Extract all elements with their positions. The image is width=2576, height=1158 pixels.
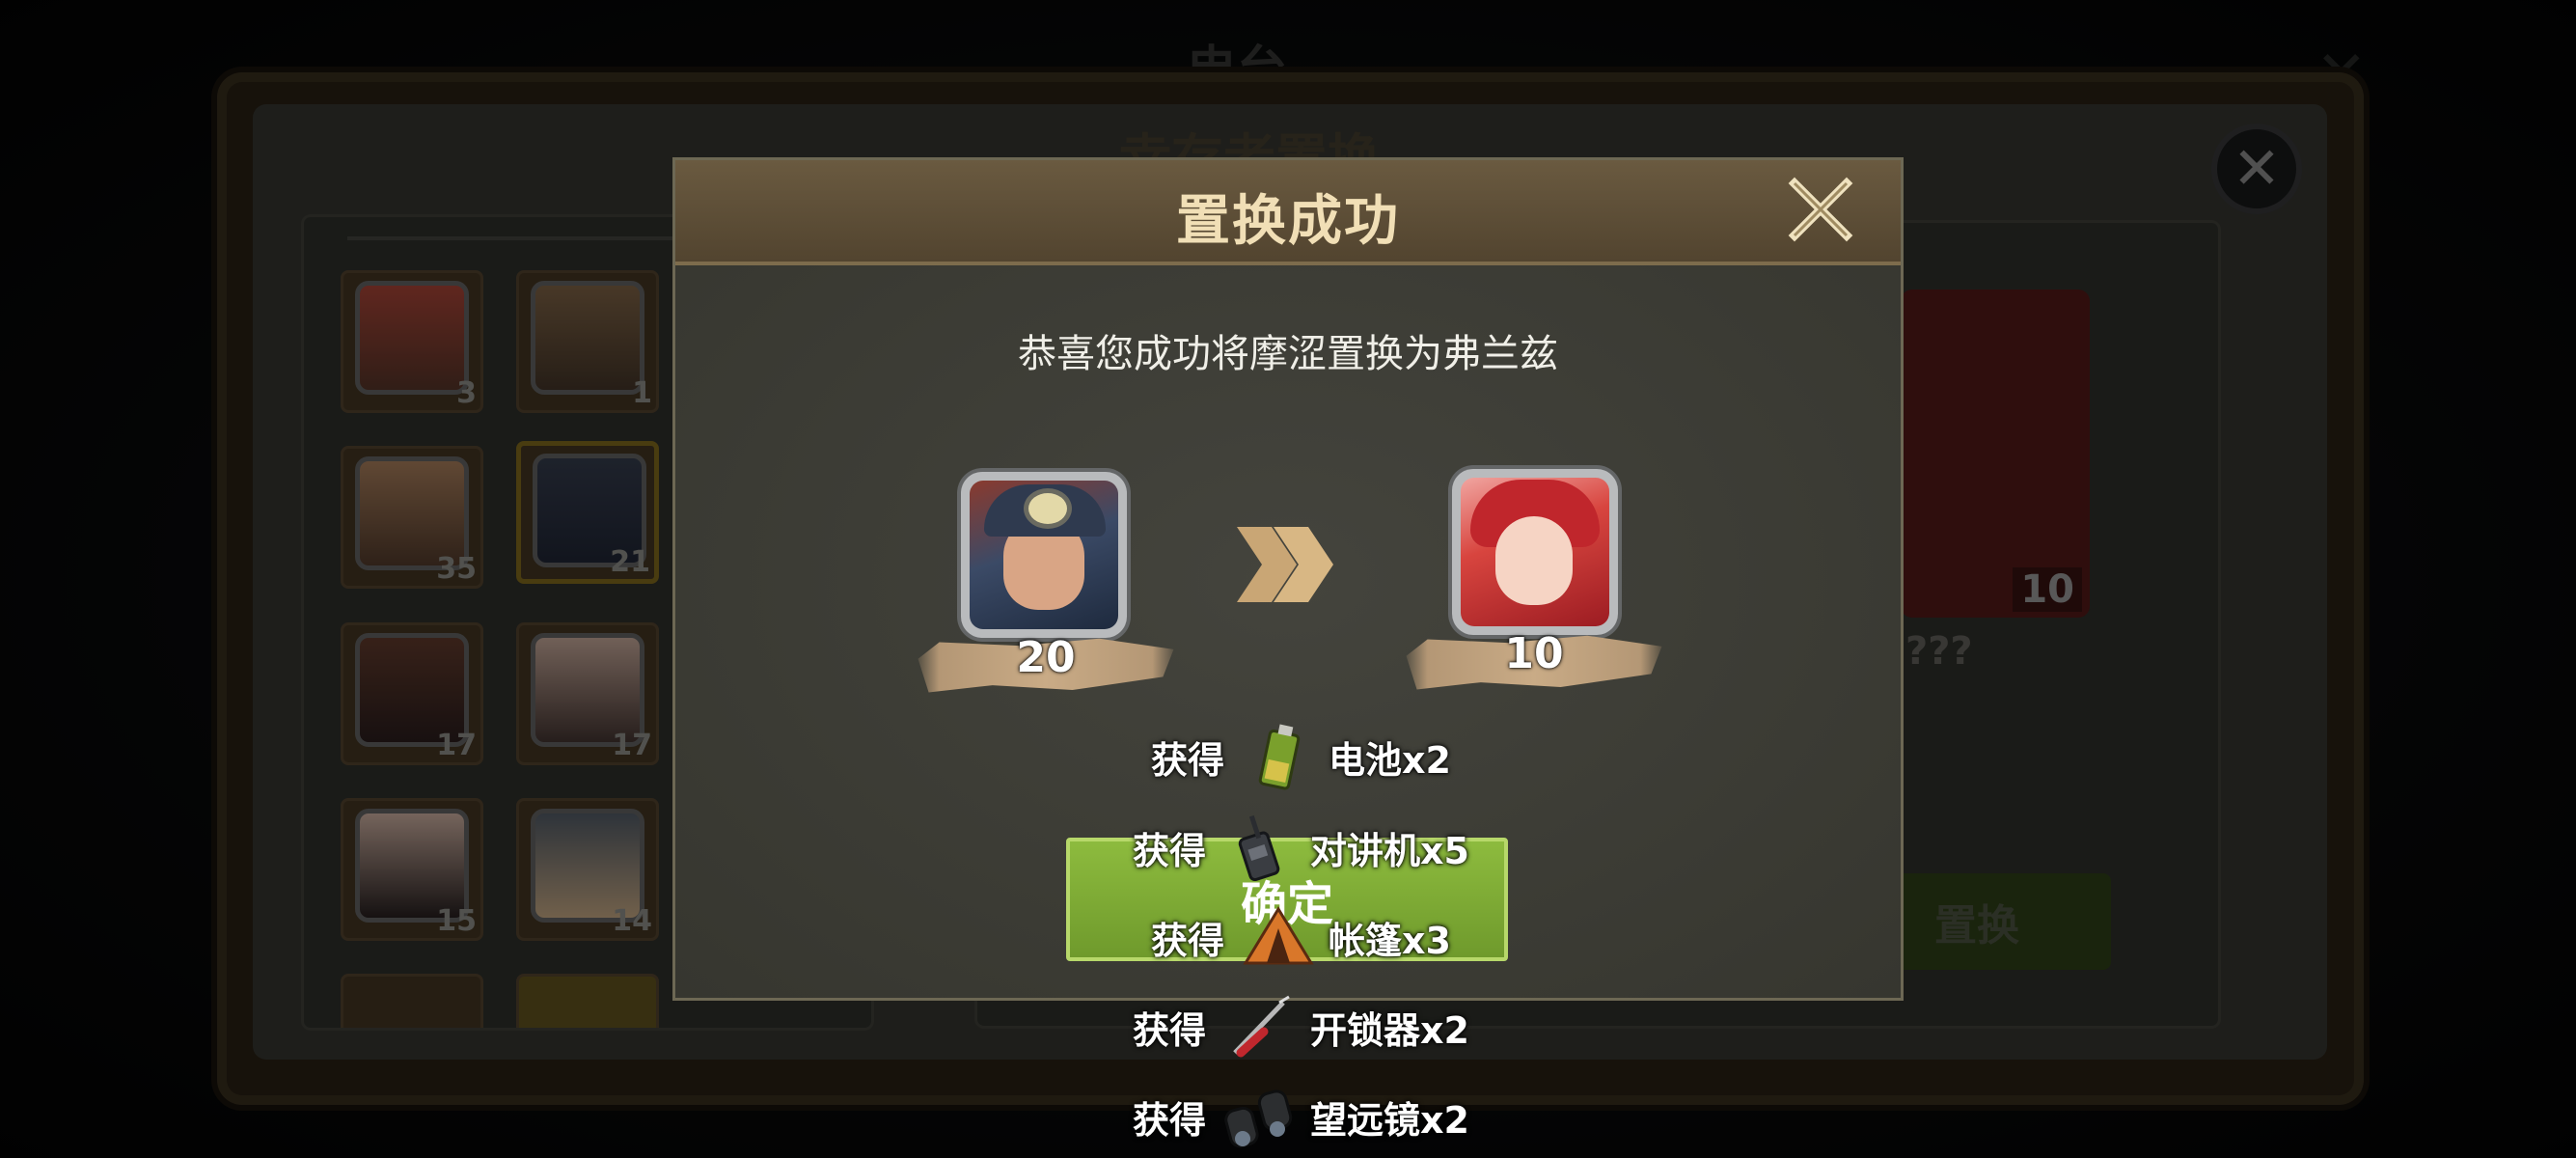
double-chevron-right-icon (1237, 527, 1333, 602)
reward-prefix: 获得 (1133, 829, 1207, 872)
lockpick-icon (1233, 995, 1290, 1058)
binoculars-icon (1224, 1089, 1293, 1148)
reward-name: 开锁器x2 (1310, 1008, 1469, 1052)
reward-notice: 获得 开锁器x2 (1133, 993, 1469, 1061)
battery-icon (1258, 724, 1301, 790)
reward-notice: 获得 对讲机x5 (1133, 813, 1469, 881)
from-hero-portrait (961, 472, 1127, 638)
swap-message: 恭喜您成功将摩涩置换为弗兰兹 (1018, 332, 1558, 376)
reward-notice: 获得 帐篷x3 (1151, 903, 1451, 971)
reward-name: 望远镜x2 (1310, 1098, 1469, 1142)
reward-prefix: 获得 (1151, 738, 1225, 782)
from-hero-level: 20 (1016, 633, 1076, 682)
to-hero-portrait (1452, 469, 1618, 635)
reward-prefix: 获得 (1151, 919, 1225, 962)
soldier-portrait-icon (970, 481, 1118, 629)
to-hero-level: 10 (1504, 629, 1564, 678)
tent-icon (1243, 906, 1314, 965)
reward-prefix: 获得 (1133, 1008, 1207, 1052)
reward-notice: 获得 电池x2 (1151, 723, 1451, 790)
reward-notice: 获得 望远镜x2 (1133, 1083, 1469, 1150)
walkie-talkie-icon (1238, 814, 1280, 881)
dialog-header: 置换成功 (675, 160, 1901, 265)
close-icon[interactable] (1787, 176, 1854, 243)
red-hair-girl-portrait-icon (1461, 478, 1609, 626)
reward-name: 帐篷x3 (1329, 919, 1451, 962)
dialog-title: 置换成功 (1176, 190, 1400, 253)
reward-name: 对讲机x5 (1310, 829, 1469, 872)
reward-name: 电池x2 (1329, 738, 1451, 782)
reward-prefix: 获得 (1133, 1098, 1207, 1142)
